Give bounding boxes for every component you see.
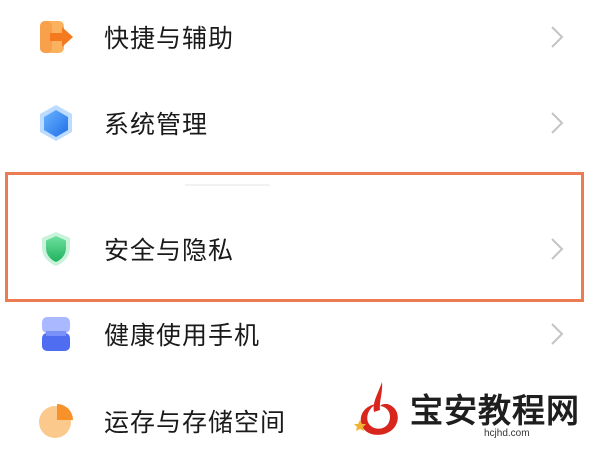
settings-item-system-management[interactable]: 系统管理 [0, 80, 600, 166]
settings-item-label: 快捷与辅助 [104, 24, 235, 53]
hourglass-icon [36, 314, 76, 354]
watermark-domain: hcjhd.com [484, 428, 530, 439]
chevron-right-icon [548, 321, 566, 347]
settings-item-label: 运存与存储空间 [104, 408, 287, 437]
highlight-box [5, 172, 584, 302]
watermark-title: 宝安教程网 [410, 391, 580, 430]
pie-chart-icon [36, 401, 76, 441]
shortcut-arrow-icon [36, 17, 76, 57]
chevron-right-icon [548, 24, 566, 50]
settings-item-digital-wellbeing[interactable]: 健康使用手机 [0, 291, 600, 377]
settings-item-shortcuts-accessibility[interactable]: 快捷与辅助 [0, 0, 600, 80]
settings-item-label: 健康使用手机 [104, 321, 261, 350]
settings-item-label: 系统管理 [104, 110, 209, 139]
chevron-right-icon [548, 110, 566, 136]
hexagon-icon [36, 103, 76, 143]
watermark-logo-icon [352, 380, 408, 438]
watermark: 宝安教程网 hcjhd.com [352, 378, 592, 444]
